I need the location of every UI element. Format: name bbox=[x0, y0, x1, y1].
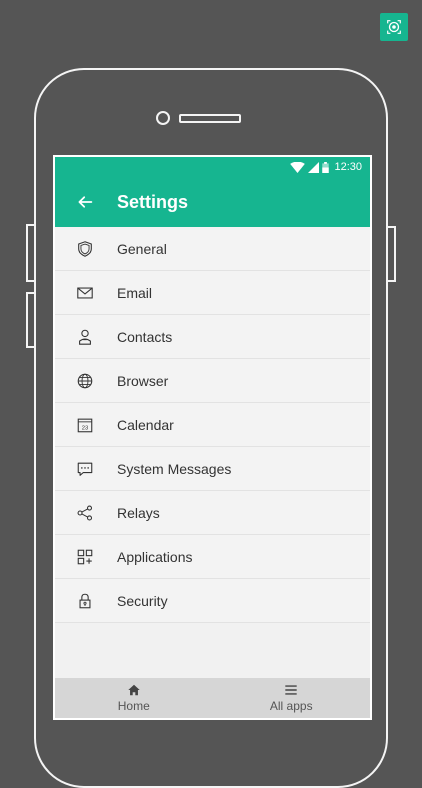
chat-bubble-icon bbox=[77, 462, 93, 476]
signal-icon bbox=[308, 161, 320, 173]
share-nodes-icon bbox=[77, 505, 93, 520]
settings-item-label: Applications bbox=[117, 548, 193, 565]
settings-item-general[interactable]: General bbox=[55, 227, 370, 271]
volume-up-button bbox=[26, 224, 36, 282]
app-bar: Settings bbox=[55, 177, 370, 227]
settings-item-email[interactable]: Email bbox=[55, 271, 370, 315]
power-button bbox=[386, 226, 396, 282]
battery-icon bbox=[322, 161, 330, 173]
apps-grid-icon bbox=[77, 549, 93, 564]
settings-item-label: Relays bbox=[117, 504, 160, 521]
earpiece-speaker bbox=[179, 114, 241, 123]
settings-item-label: Security bbox=[117, 592, 168, 609]
front-camera bbox=[156, 111, 170, 125]
nav-home[interactable]: Home bbox=[55, 678, 213, 718]
calendar-icon: 23 bbox=[77, 418, 93, 432]
settings-list: General Email Contacts Browser 23 Calend… bbox=[55, 227, 370, 623]
globe-icon bbox=[77, 373, 93, 388]
settings-item-label: System Messages bbox=[117, 460, 232, 477]
settings-item-label: Calendar bbox=[117, 416, 174, 433]
settings-item-relays[interactable]: Relays bbox=[55, 491, 370, 535]
nav-home-label: Home bbox=[117, 699, 150, 713]
status-bar: 12:30 bbox=[55, 157, 370, 177]
shield-icon bbox=[78, 240, 92, 257]
settings-item-browser[interactable]: Browser bbox=[55, 359, 370, 403]
nav-all-apps-label: All apps bbox=[269, 699, 313, 713]
camera-icon bbox=[387, 20, 401, 34]
bottom-nav: Home All apps bbox=[55, 678, 370, 718]
back-arrow-icon bbox=[78, 196, 93, 208]
nav-all-apps[interactable]: All apps bbox=[213, 678, 371, 718]
lock-icon bbox=[79, 593, 91, 608]
menu-icon bbox=[285, 685, 297, 695]
page-title: Settings bbox=[117, 191, 189, 212]
settings-item-contacts[interactable]: Contacts bbox=[55, 315, 370, 359]
calendar-icon-day: 23 bbox=[82, 425, 89, 431]
settings-item-calendar[interactable]: 23 Calendar bbox=[55, 403, 370, 447]
home-icon bbox=[128, 684, 140, 696]
wifi-icon bbox=[290, 161, 306, 173]
settings-item-system-messages[interactable]: System Messages bbox=[55, 447, 370, 491]
back-button[interactable] bbox=[55, 177, 115, 227]
envelope-icon bbox=[77, 287, 93, 298]
status-time: 12:30 bbox=[334, 161, 362, 173]
settings-item-label: General bbox=[117, 240, 167, 257]
phone-screen: 12:30 Settings General Email Contacts Br… bbox=[53, 155, 372, 720]
settings-item-security[interactable]: Security bbox=[55, 579, 370, 623]
contact-icon bbox=[79, 329, 91, 345]
settings-item-applications[interactable]: Applications bbox=[55, 535, 370, 579]
settings-item-label: Browser bbox=[117, 372, 169, 389]
settings-item-label: Contacts bbox=[117, 328, 173, 345]
app-badge-icon[interactable] bbox=[380, 13, 408, 41]
volume-down-button bbox=[26, 292, 36, 348]
settings-item-label: Email bbox=[117, 284, 153, 301]
